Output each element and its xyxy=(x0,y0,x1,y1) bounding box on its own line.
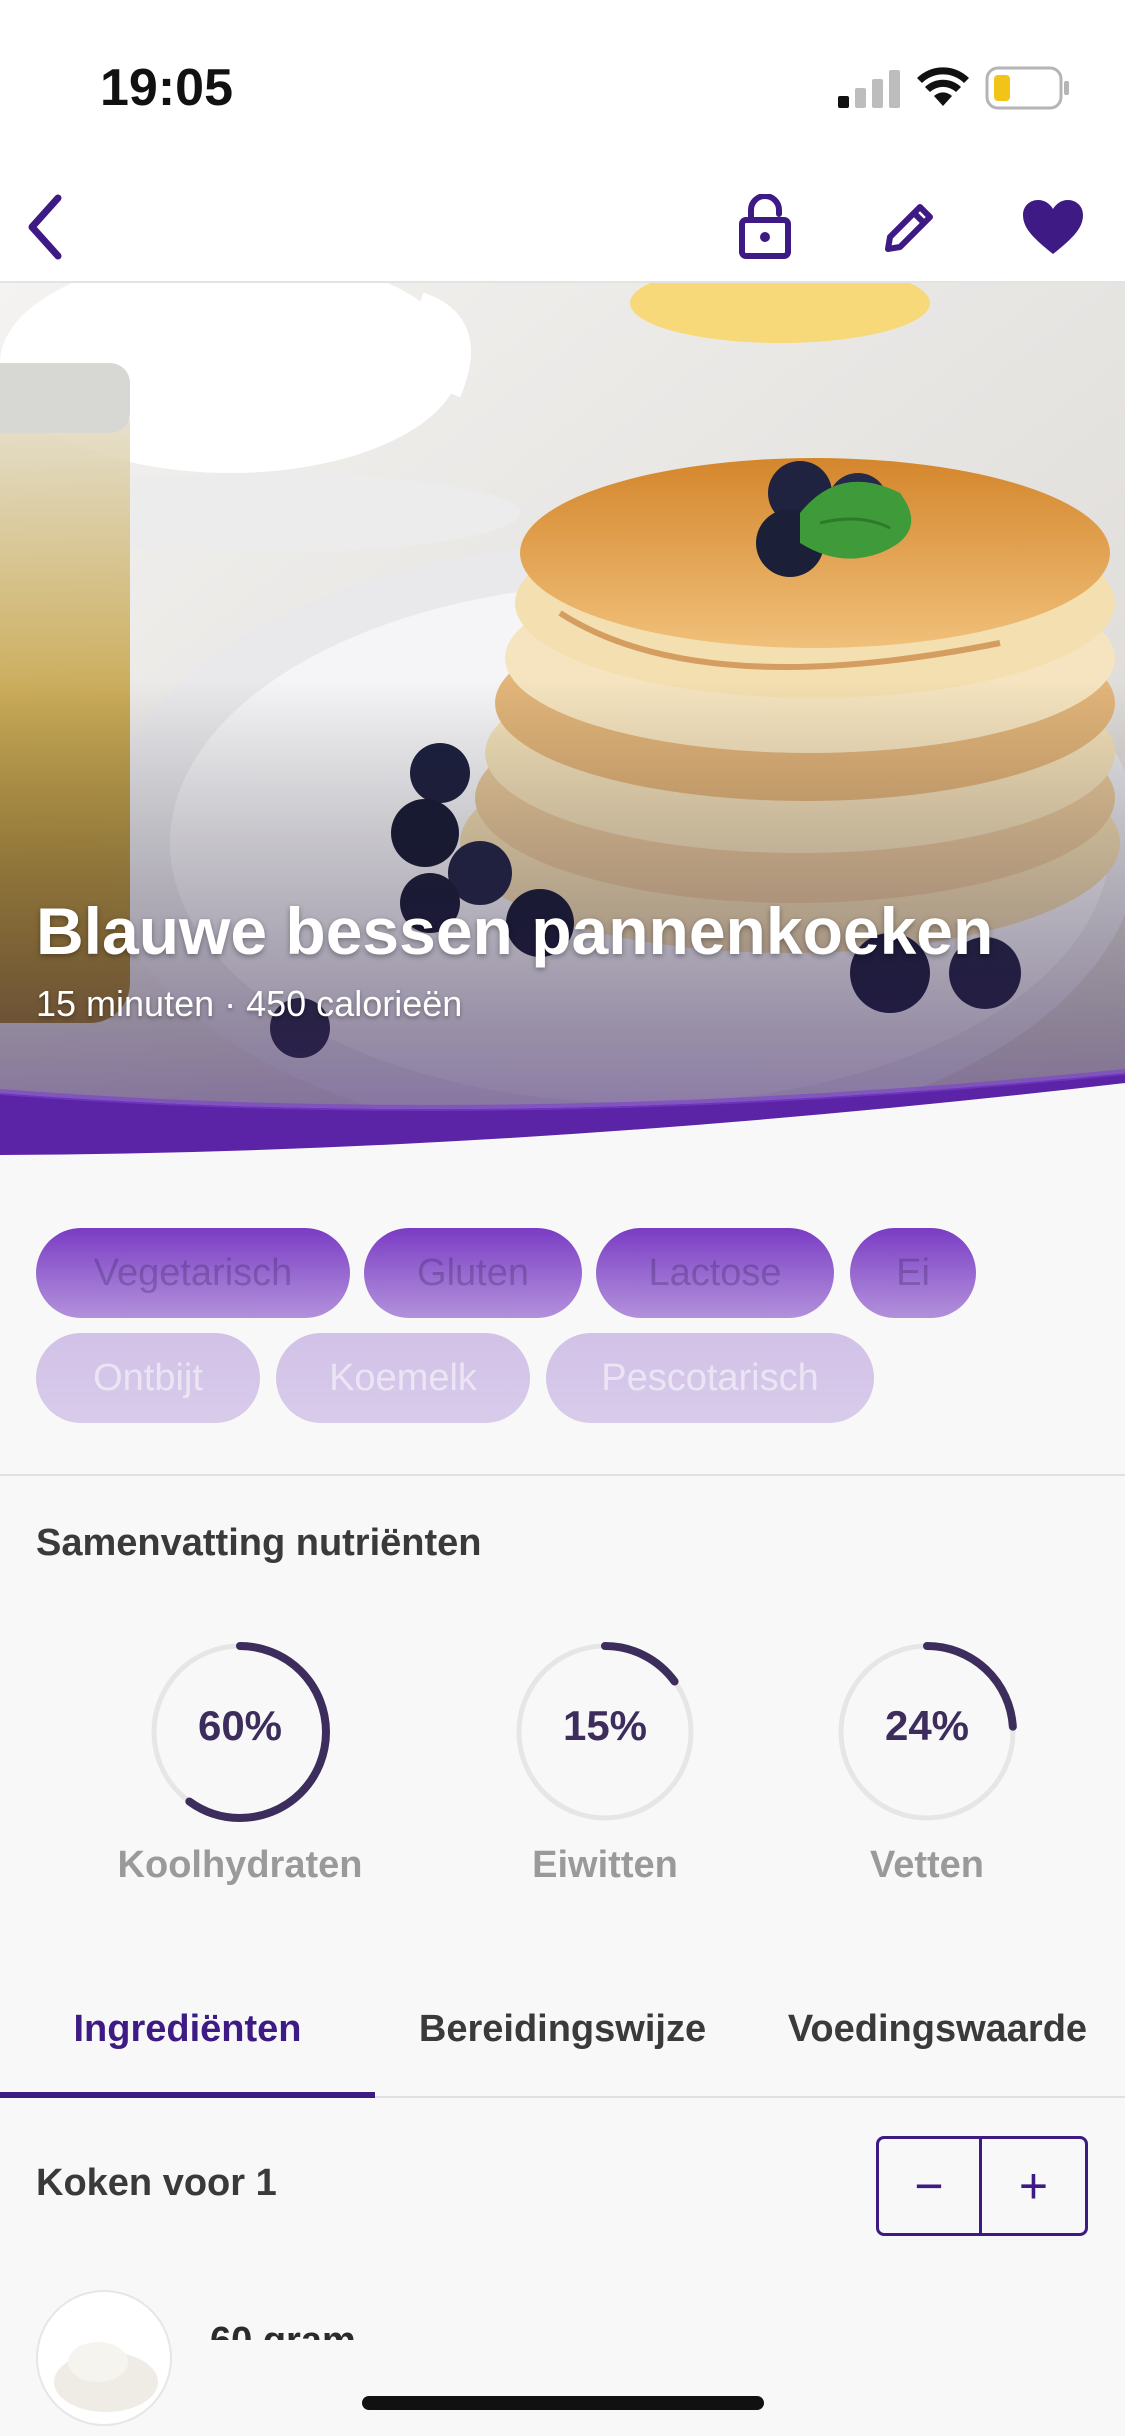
diet-tags: Vegetarisch Gluten Lactose Ei Ontbijt Ko… xyxy=(36,1228,1089,1438)
cellular-signal-icon xyxy=(838,70,900,108)
recipe-tabs: Ingrediënten Bereidingswijze Voedingswaa… xyxy=(0,1960,1125,2098)
status-time: 19:05 xyxy=(100,59,233,117)
nav-bar xyxy=(0,168,1125,283)
tag-pescotarisch[interactable]: Pescotarisch xyxy=(546,1333,874,1423)
battery-low-icon xyxy=(985,66,1069,110)
ingredient-amount: 60 gram xyxy=(210,2318,356,2340)
carbs-percent: 60% xyxy=(197,1702,283,1749)
chevron-left-icon xyxy=(28,194,62,260)
increase-servings-button[interactable]: + xyxy=(982,2139,1085,2233)
protein-label: Eiwitten xyxy=(532,1844,678,1886)
tab-voedingswaarde[interactable]: Voedingswaarde xyxy=(750,1960,1125,2098)
recipe-subtitle: 15 minuten · 450 calorieën xyxy=(36,983,463,1024)
status-bar: 19:05 xyxy=(0,0,1125,168)
nutrients-title: Samenvatting nutriënten xyxy=(36,1522,482,1564)
carbs-label: Koolhydraten xyxy=(117,1844,363,1886)
lock-button[interactable] xyxy=(720,182,810,272)
nutrient-carbs: 60% Koolhydraten xyxy=(110,1640,370,1887)
tag-ontbijt[interactable]: Ontbijt xyxy=(36,1333,260,1423)
lock-open-icon xyxy=(739,194,791,259)
favorite-button[interactable] xyxy=(1008,182,1098,272)
nutrient-fat: 24% Vetten xyxy=(797,1640,1057,1887)
ingredient-image xyxy=(36,2290,172,2426)
fat-percent: 24% xyxy=(884,1702,970,1749)
recipe-title: Blauwe bessen pannenkoeken xyxy=(36,894,994,968)
tag-lactose[interactable]: Lactose xyxy=(596,1228,834,1318)
servings-label: Koken voor 1 xyxy=(36,2162,277,2204)
heart-filled-icon xyxy=(1023,200,1083,254)
back-button[interactable] xyxy=(0,182,90,272)
tag-vegetarisch[interactable]: Vegetarisch xyxy=(36,1228,350,1318)
fat-label: Vetten xyxy=(869,1844,985,1886)
decrease-servings-button[interactable]: − xyxy=(879,2139,982,2233)
protein-percent: 15% xyxy=(562,1702,648,1749)
recipe-hero: Blauwe bessen pannenkoeken 15 minuten · … xyxy=(0,283,1125,1163)
active-tab-indicator xyxy=(0,2092,375,2098)
servings-stepper: − + xyxy=(876,2136,1088,2236)
tag-gluten[interactable]: Gluten xyxy=(364,1228,582,1318)
tab-bereidingswijze[interactable]: Bereidingswijze xyxy=(375,1960,750,2098)
edit-button[interactable] xyxy=(865,182,955,272)
tag-koemelk[interactable]: Koemelk xyxy=(276,1333,530,1423)
pencil-icon xyxy=(885,204,933,252)
tab-ingredienten[interactable]: Ingrediënten xyxy=(0,1960,375,2098)
divider xyxy=(0,1474,1125,1476)
home-indicator[interactable] xyxy=(362,2396,764,2410)
nutrient-protein: 15% Eiwitten xyxy=(475,1640,735,1887)
tag-ei[interactable]: Ei xyxy=(850,1228,976,1318)
pancakes-photo xyxy=(0,283,1125,1163)
wifi-icon xyxy=(917,67,969,106)
flour-image xyxy=(54,2342,158,2412)
